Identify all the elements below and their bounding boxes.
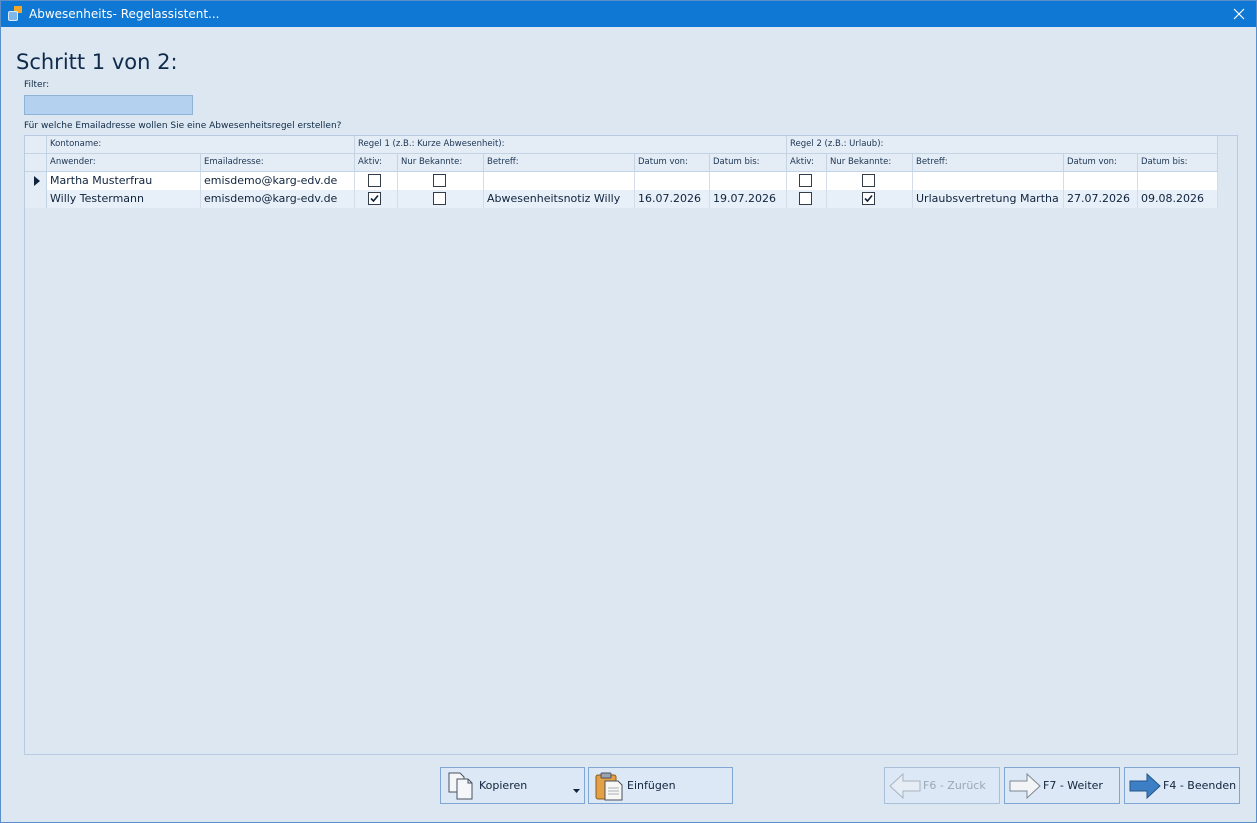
checkbox-r2-bekannte[interactable] [862, 192, 875, 205]
current-row-indicator-icon [34, 176, 40, 186]
weiter-label: F7 - Weiter [1043, 779, 1103, 792]
cell-r1-bis[interactable] [710, 172, 787, 190]
einfuegen-button[interactable]: Einfügen [588, 767, 733, 804]
column-header-r2-aktiv[interactable]: Aktiv: [787, 154, 827, 172]
cell-anwender[interactable]: Martha Musterfrau [47, 172, 201, 190]
row-selector-2[interactable] [25, 190, 47, 208]
column-header-r2-von[interactable]: Datum von: [1064, 154, 1138, 172]
checkbox-r2-bekannte[interactable] [862, 174, 875, 187]
checkbox-r1-aktiv[interactable] [368, 192, 381, 205]
group-header-rule1: Regel 1 (z.B.: Kurze Abwesenheit): [355, 136, 787, 154]
column-header-r1-aktiv[interactable]: Aktiv: [355, 154, 398, 172]
beenden-button[interactable]: F4 - Beenden [1124, 767, 1240, 804]
checkbox-r1-aktiv[interactable] [368, 174, 381, 187]
column-header-anwender[interactable]: Anwender: [47, 154, 201, 172]
cell-r1-bekannte[interactable] [398, 172, 484, 190]
cell-email[interactable]: emisdemo@karg-edv.de [201, 190, 355, 208]
cell-r2-bekannte[interactable] [827, 190, 913, 208]
group-header-konto: Kontoname: [47, 136, 355, 154]
arrow-right-blue-icon [1129, 772, 1161, 803]
column-header-email[interactable]: Emailadresse: [201, 154, 355, 172]
caret-down-icon[interactable] [573, 784, 580, 797]
column-header-r2-betreff[interactable]: Betreff: [913, 154, 1064, 172]
cell-r2-von[interactable]: 27.07.2026 [1064, 190, 1138, 208]
checkbox-r1-bekannte[interactable] [433, 192, 446, 205]
kopieren-label: Kopieren [479, 779, 528, 792]
column-header-r1-bekannte[interactable]: Nur Bekannte: [398, 154, 484, 172]
question-label: Für welche Emailadresse wollen Sie eine … [24, 121, 342, 131]
cell-r1-betreff[interactable]: Abwesenheitsnotiz Willy [484, 190, 635, 208]
cell-r1-aktiv[interactable] [355, 172, 398, 190]
beenden-label: F4 - Beenden [1163, 779, 1237, 792]
cell-r1-aktiv[interactable] [355, 190, 398, 208]
cell-anwender[interactable]: Willy Testermann [47, 190, 201, 208]
cell-email[interactable]: emisdemo@karg-edv.de [201, 172, 355, 190]
cell-r2-betreff[interactable]: Urlaubsvertretung Martha [913, 190, 1064, 208]
cell-r2-von[interactable] [1064, 172, 1138, 190]
filter-input[interactable] [24, 95, 193, 115]
column-header-r2-bekannte[interactable]: Nur Bekannte: [827, 154, 913, 172]
cell-r1-von[interactable] [635, 172, 710, 190]
step-title: Schritt 1 von 2: [16, 50, 178, 74]
cell-r2-betreff[interactable] [913, 172, 1064, 190]
clipboard-icon [594, 771, 624, 804]
cell-r1-bekannte[interactable] [398, 190, 484, 208]
filter-label: Filter: [24, 80, 50, 90]
title-bar[interactable]: Abwesenheits- Regelassistent... [1, 1, 1256, 27]
window-title: Abwesenheits- Regelassistent... [29, 7, 220, 21]
copy-icon [447, 772, 475, 803]
cell-r1-betreff[interactable] [484, 172, 635, 190]
column-header-r1-von[interactable]: Datum von: [635, 154, 710, 172]
arrow-right-icon [1009, 772, 1041, 803]
column-header-r1-betreff[interactable]: Betreff: [484, 154, 635, 172]
cell-r2-bekannte[interactable] [827, 172, 913, 190]
einfuegen-label: Einfügen [627, 779, 676, 792]
dialog-window: Abwesenheits- Regelassistent... Schritt … [0, 0, 1257, 823]
checkbox-r2-aktiv[interactable] [799, 192, 812, 205]
close-icon[interactable] [1228, 4, 1250, 24]
row-header-corner [25, 136, 47, 154]
cell-r2-aktiv[interactable] [787, 190, 827, 208]
cell-r1-von[interactable]: 16.07.2026 [635, 190, 710, 208]
weiter-button[interactable]: F7 - Weiter [1004, 767, 1120, 804]
checkbox-r1-bekannte[interactable] [433, 174, 446, 187]
app-icon [7, 6, 23, 22]
zurueck-label: F6 - Zurück [923, 779, 986, 792]
zurueck-button[interactable]: F6 - Zurück [884, 767, 1000, 804]
column-header-r1-bis[interactable]: Datum bis: [710, 154, 787, 172]
group-header-rule2: Regel 2 (z.B.: Urlaub): [787, 136, 1218, 154]
cell-r1-bis[interactable]: 19.07.2026 [710, 190, 787, 208]
kopieren-button[interactable]: Kopieren [440, 767, 585, 804]
row-header-corner-2 [25, 154, 47, 172]
account-grid[interactable]: Kontoname: Regel 1 (z.B.: Kurze Abwesenh… [24, 135, 1238, 755]
cell-r2-bis[interactable] [1138, 172, 1218, 190]
cell-r2-bis[interactable]: 09.08.2026 [1138, 190, 1218, 208]
checkbox-r2-aktiv[interactable] [799, 174, 812, 187]
column-header-r2-bis[interactable]: Datum bis: [1138, 154, 1218, 172]
cell-r2-aktiv[interactable] [787, 172, 827, 190]
arrow-left-icon [889, 772, 921, 803]
row-selector-1[interactable] [25, 172, 47, 190]
